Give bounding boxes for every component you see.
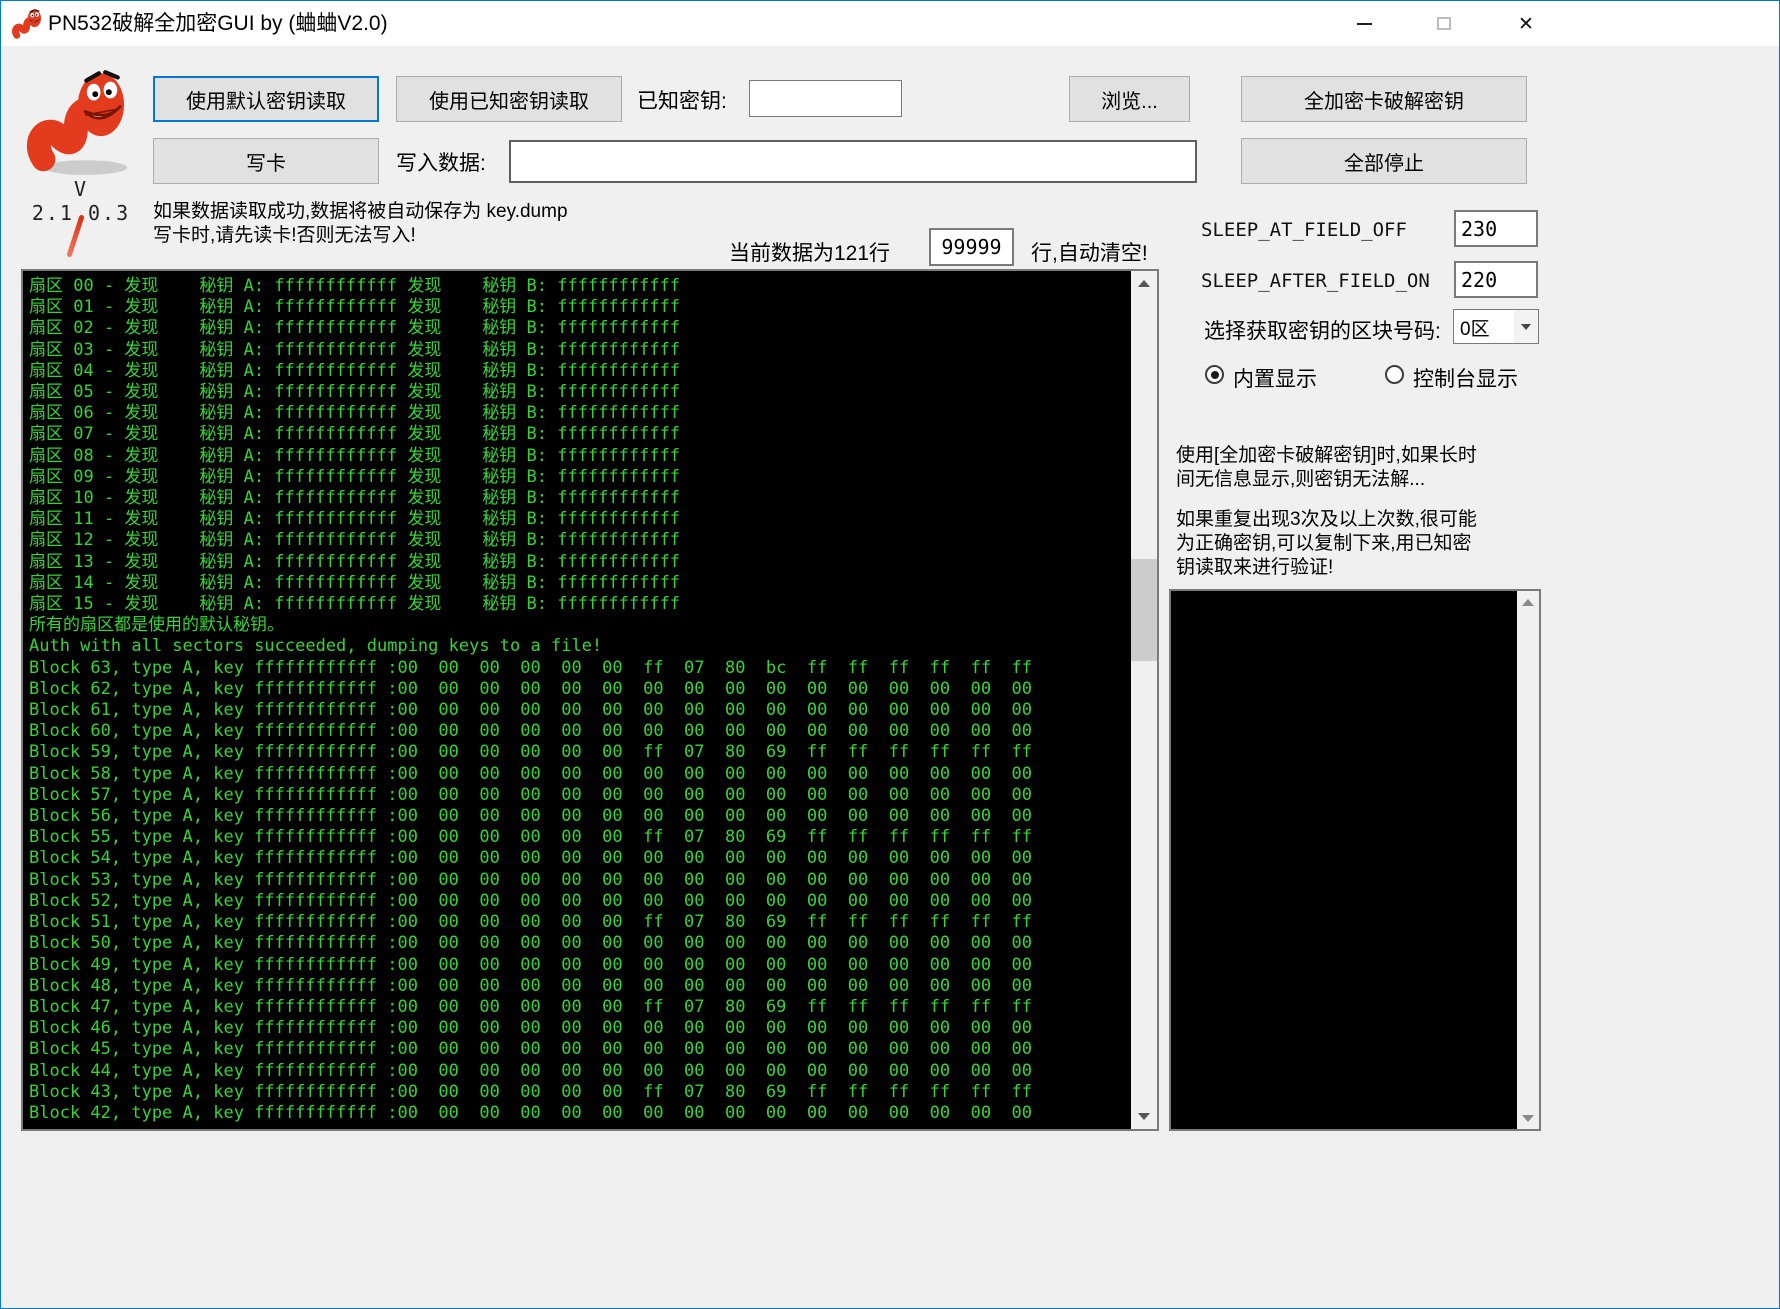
- radio-console-display-label[interactable]: 控制台显示: [1413, 363, 1518, 393]
- triangle-down-icon: [1522, 1115, 1534, 1122]
- chevron-down-icon: [1521, 324, 1531, 330]
- dropdown-arrow-button[interactable]: [1514, 310, 1538, 343]
- block-select-dropdown[interactable]: 0区: [1453, 309, 1539, 344]
- result-scroll-up-button[interactable]: [1517, 591, 1539, 613]
- crack-usage-note: 使用[全加密卡破解密钥]时,如果长时 间无信息显示,则密钥无法解...: [1176, 444, 1556, 492]
- sleep-after-field-on-label: SLEEP_AFTER_FIELD_ON: [1201, 270, 1430, 292]
- result-scrollbar[interactable]: [1517, 591, 1539, 1129]
- app-window: PN532破解全加密GUI by (蛐蛐V2.0) ✕ V 2.1.0.3 使用…: [0, 0, 1780, 1309]
- radio-builtin-display[interactable]: [1205, 365, 1224, 384]
- window-title: PN532破解全加密GUI by (蛐蛐V2.0): [48, 1, 388, 46]
- terminal-scrollbar-thumb[interactable]: [1131, 559, 1157, 661]
- repeat-key-note: 如果重复出现3次及以上次数,很可能 为正确密钥,可以复制下来,用已知密 钥读取来…: [1176, 508, 1556, 580]
- block-select-value: 0区: [1454, 310, 1514, 343]
- result-scroll-down-button[interactable]: [1517, 1107, 1539, 1129]
- auto-clear-lines-input[interactable]: [929, 228, 1014, 266]
- radio-console-display[interactable]: [1385, 365, 1404, 384]
- minimize-icon: [1357, 23, 1372, 25]
- radio-builtin-display-label[interactable]: 内置显示: [1233, 363, 1317, 393]
- write-data-label: 写入数据:: [396, 147, 486, 177]
- triangle-up-icon: [1138, 280, 1150, 287]
- close-button[interactable]: ✕: [1493, 1, 1559, 46]
- radio-selected-dot: [1211, 371, 1219, 379]
- known-key-input[interactable]: [749, 80, 902, 117]
- read-known-key-button[interactable]: 使用已知密钥读取: [396, 76, 622, 122]
- sleep-at-field-off-input[interactable]: [1454, 210, 1538, 247]
- maximize-button[interactable]: [1411, 1, 1477, 46]
- maximize-icon: [1437, 17, 1451, 30]
- terminal-output: 扇区 00 - 发现 秘钥 A: ffffffffffff 发现 秘钥 B: f…: [29, 276, 1127, 1127]
- known-key-label: 已知密钥:: [637, 85, 727, 115]
- worm-logo: [26, 67, 132, 177]
- browse-button[interactable]: 浏览...: [1069, 76, 1190, 122]
- close-icon: ✕: [1518, 13, 1534, 35]
- titlebar: PN532破解全加密GUI by (蛐蛐V2.0) ✕: [1, 1, 1779, 46]
- read-default-key-button[interactable]: 使用默认密钥读取: [153, 76, 379, 122]
- block-select-label: 选择获取密钥的区块号码:: [1204, 315, 1441, 345]
- sleep-after-field-on-input[interactable]: [1454, 261, 1538, 298]
- sleep-at-field-off-label: SLEEP_AT_FIELD_OFF: [1201, 219, 1407, 241]
- scroll-down-button[interactable]: [1131, 1104, 1157, 1129]
- crack-result-panel: [1169, 589, 1541, 1131]
- minimize-button[interactable]: [1331, 1, 1397, 46]
- scroll-up-button[interactable]: [1131, 271, 1157, 296]
- current-data-label: 当前数据为121行: [729, 237, 890, 267]
- write-card-button[interactable]: 写卡: [153, 138, 379, 184]
- auto-clear-label: 行,自动清空!: [1031, 237, 1148, 267]
- crack-encrypted-card-button[interactable]: 全加密卡破解密钥: [1241, 76, 1527, 122]
- triangle-up-icon: [1522, 599, 1534, 606]
- terminal-panel: 扇区 00 - 发现 秘钥 A: ffffffffffff 发现 秘钥 B: f…: [21, 269, 1159, 1131]
- triangle-down-icon: [1138, 1113, 1150, 1120]
- app-logo-icon: [11, 7, 44, 40]
- write-data-input[interactable]: [509, 140, 1197, 183]
- stop-all-button[interactable]: 全部停止: [1241, 138, 1527, 184]
- terminal-scrollbar[interactable]: [1131, 271, 1157, 1129]
- save-hint-text: 如果数据读取成功,数据将被自动保存为 key.dump 写卡时,请先读卡!否则无…: [153, 200, 568, 248]
